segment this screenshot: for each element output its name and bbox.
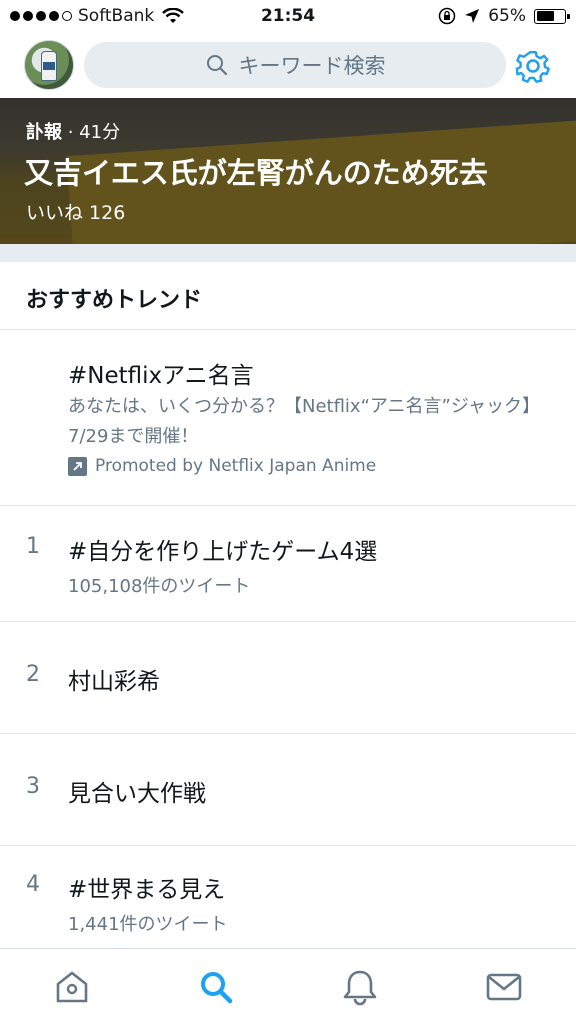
- section-divider: [0, 244, 576, 262]
- banner-time: · 41分: [67, 122, 121, 143]
- trend-rank: 3: [26, 774, 40, 799]
- battery-icon: [534, 8, 570, 24]
- orientation-lock-icon: [438, 7, 456, 25]
- trend-rank: 2: [26, 662, 40, 687]
- trend-item[interactable]: 2 村山彩希: [0, 622, 576, 734]
- promoted-icon: [68, 456, 87, 476]
- trend-name: #Netflixアニ名言: [68, 363, 254, 389]
- search-input[interactable]: キーワード検索: [84, 42, 506, 88]
- notifications-icon[interactable]: [340, 967, 380, 1007]
- trend-name: 村山彩希: [68, 669, 160, 695]
- promoted-by: Promoted by Netflix Japan Anime: [68, 456, 376, 476]
- promoted-by-label: Promoted by Netflix Japan Anime: [95, 456, 377, 476]
- section-header: おすすめトレンド: [0, 262, 576, 330]
- search-tab-icon[interactable]: [196, 967, 236, 1007]
- header: キーワード検索: [0, 34, 576, 98]
- banner-meta: 訃報 · 41分: [26, 118, 120, 144]
- location-icon: [465, 9, 480, 23]
- trend-item[interactable]: 4 #世界まる見え 1,441件のツイート: [0, 846, 576, 948]
- trend-item[interactable]: 3 見合い大作戦: [0, 734, 576, 846]
- search-placeholder: キーワード検索: [238, 54, 386, 78]
- trend-name: 見合い大作戦: [68, 781, 206, 807]
- promoted-trend[interactable]: #Netflixアニ名言 あなたは、いくつ分かる？【Netflix“アニ名言”ジ…: [0, 330, 576, 506]
- battery-percent: 65%: [488, 6, 526, 26]
- battery-level: [536, 11, 555, 21]
- messages-icon[interactable]: [484, 967, 524, 1007]
- status-bar: SoftBank 21:54 65%: [0, 0, 576, 34]
- status-indicators: 65%: [438, 6, 570, 26]
- gear-icon[interactable]: [515, 48, 551, 84]
- trend-rank: 4: [26, 872, 40, 897]
- trend-name: #世界まる見え: [68, 877, 226, 903]
- section-title: おすすめトレンド: [26, 288, 203, 313]
- search-icon: [206, 55, 227, 76]
- trend-description: あなたは、いくつ分かる？【Netflix“アニ名言”ジャック】7/29まで開催！: [68, 396, 540, 447]
- trend-item[interactable]: 1 #自分を作り上げたゲーム4選 105,108件のツイート: [0, 506, 576, 622]
- tab-bar: [0, 948, 576, 1024]
- home-icon[interactable]: [52, 967, 92, 1007]
- news-banner[interactable]: 訃報 · 41分 又吉イエス氏が左腎がんのため死去 いいね 126: [0, 98, 576, 244]
- trend-rank: 1: [26, 534, 40, 559]
- banner-category: 訃報: [26, 122, 62, 143]
- avatar[interactable]: [24, 40, 74, 90]
- banner-likes: いいね 126: [26, 202, 126, 224]
- banner-title: 又吉イエス氏が左腎がんのため死去: [24, 156, 488, 190]
- trend-tweet-count: 1,441件のツイート: [68, 914, 228, 935]
- trend-tweet-count: 105,108件のツイート: [68, 576, 251, 597]
- trend-name: #自分を作り上げたゲーム4選: [68, 539, 378, 565]
